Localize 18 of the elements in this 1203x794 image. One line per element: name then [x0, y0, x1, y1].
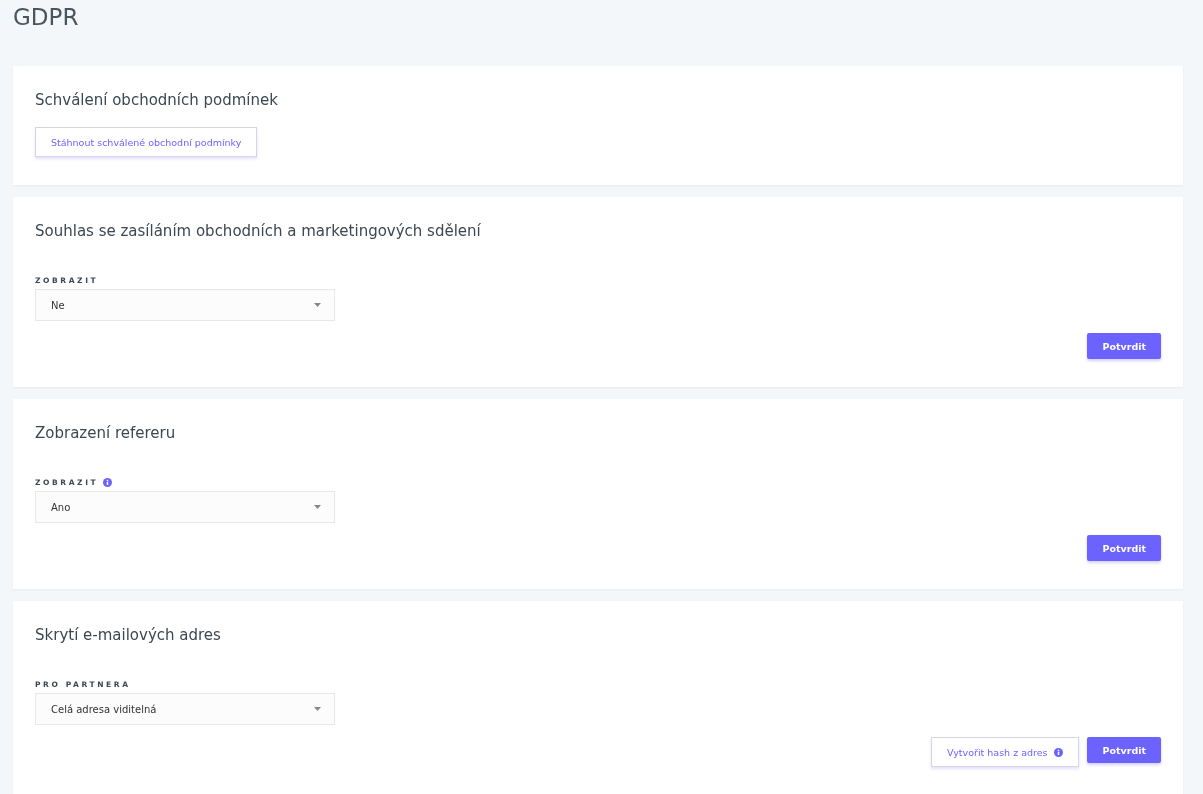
- caret-icon: [314, 303, 321, 307]
- info-icon: [103, 477, 113, 487]
- select-field[interactable]: Celá adresa viditelná: [35, 693, 335, 725]
- confirm-button[interactable]: Potvrdit: [1087, 737, 1161, 763]
- confirm-button[interactable]: Potvrdit: [1087, 535, 1161, 561]
- action-button[interactable]: Vytvořit hash z adres: [931, 737, 1080, 767]
- select-field[interactable]: Ne: [35, 289, 335, 321]
- confirm-button[interactable]: Potvrdit: [1087, 333, 1161, 359]
- info-icon: [1054, 747, 1064, 757]
- page-title: GDPR: [13, 3, 80, 32]
- select-field[interactable]: Ano: [35, 491, 335, 523]
- card-title: Skrytí e-mailových adres: [35, 625, 222, 645]
- caret-icon: [314, 707, 321, 711]
- action-button[interactable]: Stáhnout schválené obchodní podmínky: [35, 127, 258, 157]
- caret-icon: [314, 505, 321, 509]
- card-title: Schválení obchodních podmínek: [35, 90, 279, 110]
- card-title: Souhlas se zasíláním obchodních a marketingových sdělení: [35, 221, 482, 241]
- card-title: Zobrazení refereru: [35, 423, 177, 443]
